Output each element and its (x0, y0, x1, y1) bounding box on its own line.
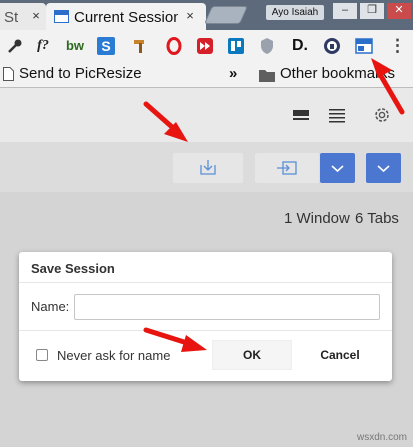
chevron-down-icon (331, 165, 344, 173)
profile-button[interactable]: Ayo Isaiah (266, 5, 324, 20)
hammer-icon[interactable] (131, 37, 149, 55)
divider (19, 282, 392, 283)
fontface-icon[interactable]: f? (32, 37, 54, 55)
import-session-button[interactable] (255, 153, 319, 183)
compact-view-button[interactable] (326, 104, 348, 126)
divider (19, 330, 392, 331)
folder-icon (259, 69, 275, 87)
session-manager-icon[interactable] (355, 37, 373, 55)
import-dropdown-button[interactable] (320, 153, 355, 183)
tab-label: St (4, 9, 19, 26)
tab-current-session[interactable]: Current Session × (46, 3, 206, 30)
opera-icon[interactable] (165, 37, 183, 55)
tab-close-icon[interactable]: × (29, 9, 43, 23)
window-count: 1 Window (284, 210, 350, 227)
watermark: wsxdn.com (356, 432, 407, 443)
d-app-icon[interactable]: D. (289, 37, 311, 55)
settings-gear-icon[interactable] (371, 104, 393, 126)
s-app-icon[interactable]: S (97, 37, 115, 55)
new-tab-button[interactable] (203, 6, 249, 24)
ok-button[interactable]: OK (212, 340, 292, 370)
shield-icon[interactable] (259, 37, 275, 55)
maximize-button[interactable]: ❐ (360, 3, 384, 19)
dialog-title: Save Session (31, 261, 115, 276)
download-tray-icon (200, 160, 216, 175)
eyedropper-icon[interactable] (6, 37, 24, 55)
name-label: Name: (31, 299, 70, 314)
save-session-button[interactable] (173, 153, 243, 183)
bookmarks-bar: Send to PicResize » Other bookmarks (0, 62, 413, 88)
bookmarks-overflow-button[interactable]: » (229, 65, 237, 82)
chrome-menu-icon[interactable]: ⋮ (389, 37, 406, 55)
tab-background[interactable]: St × (0, 3, 46, 30)
chevron-down-icon (377, 165, 390, 173)
tab-close-icon[interactable]: × (183, 9, 197, 23)
cancel-button[interactable]: Cancel (302, 340, 378, 370)
tab-count: 6 Tabs (355, 210, 399, 227)
popup-header (0, 88, 413, 142)
save-session-dialog: Save Session Name: Never ask for name OK… (19, 252, 392, 381)
extensions-toolbar: f? bw S D. ⋮ (0, 30, 413, 62)
tab-label: Current Session (74, 9, 178, 26)
builtwith-icon[interactable]: bw (64, 37, 86, 55)
trello-icon[interactable] (227, 37, 245, 55)
bookmark-other-bookmarks[interactable]: Other bookmarks (280, 65, 395, 82)
browser-tab-strip: St × Current Session × Ayo Isaiah – ❐ ✕ (0, 0, 413, 30)
session-name-input[interactable] (74, 294, 380, 320)
page-icon (3, 67, 14, 86)
list-view-button[interactable] (290, 104, 312, 126)
import-window-icon (277, 161, 297, 175)
session-action-bar (0, 142, 413, 192)
bookmark-send-to-picresize[interactable]: Send to PicResize (19, 65, 142, 82)
menu-dropdown-button[interactable] (366, 153, 401, 183)
minimize-button[interactable]: – (333, 3, 357, 19)
fast-forward-icon[interactable] (196, 37, 214, 55)
never-ask-checkbox[interactable] (36, 349, 48, 361)
lock-circle-icon[interactable] (323, 37, 341, 55)
never-ask-label[interactable]: Never ask for name (57, 348, 170, 363)
close-window-button[interactable]: ✕ (387, 3, 411, 19)
session-manager-icon (54, 10, 69, 23)
